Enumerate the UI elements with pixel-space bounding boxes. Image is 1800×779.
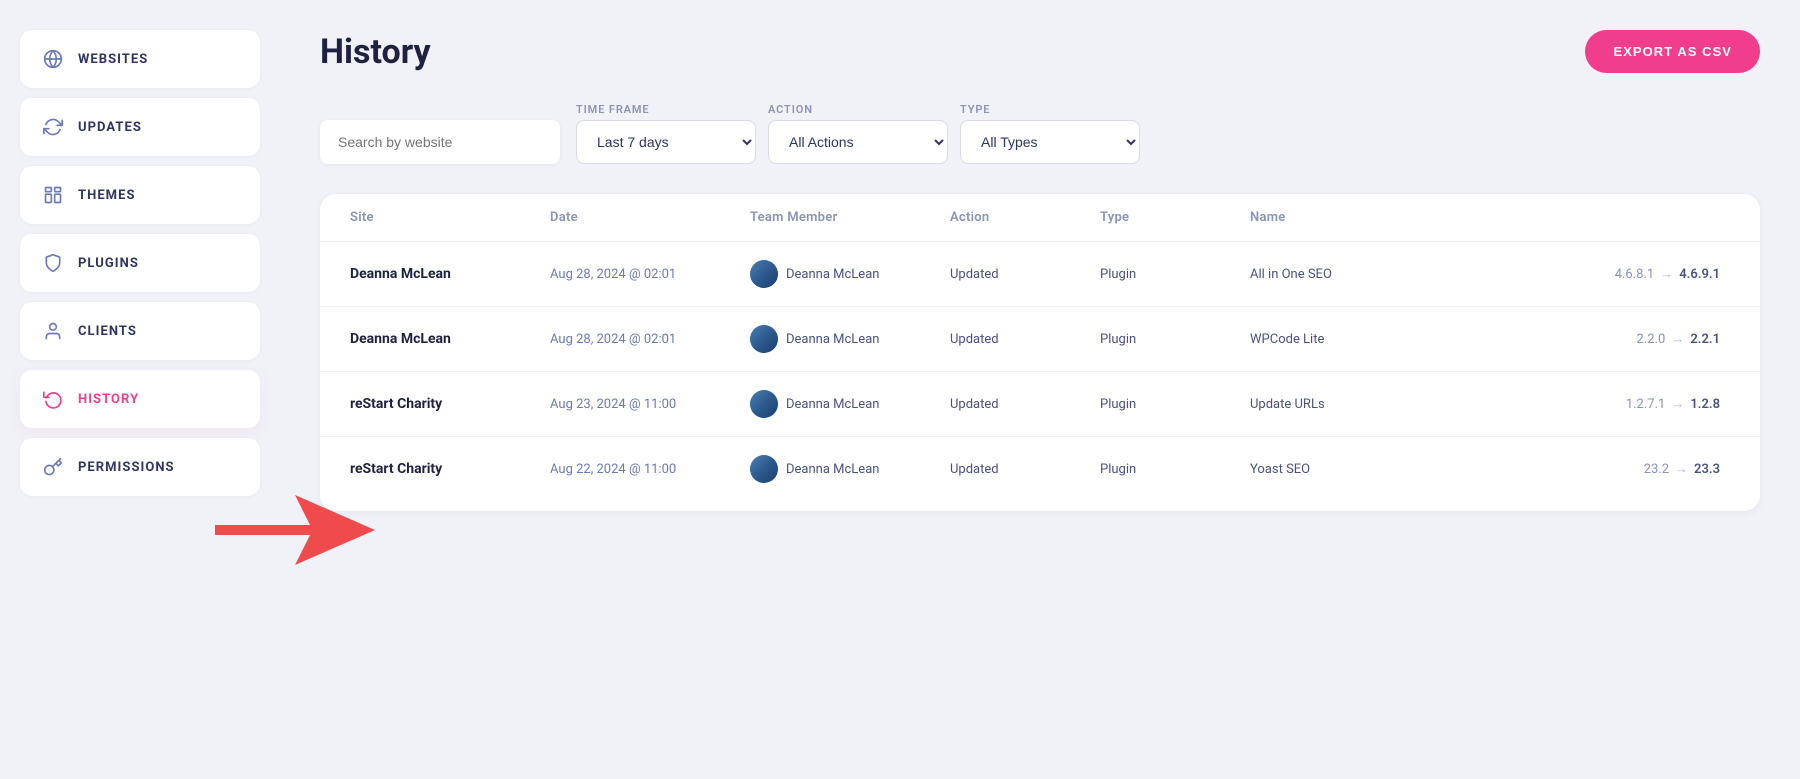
version-group-1: 2.2.0 → 2.2.1 xyxy=(1637,331,1730,347)
col-date: Date xyxy=(550,210,750,225)
sidebar-item-websites-label: WEBSITES xyxy=(78,52,148,67)
sidebar-item-updates-label: UPDATES xyxy=(78,120,142,135)
cell-type-1: Plugin xyxy=(1100,332,1250,347)
cell-site-0: Deanna McLean xyxy=(350,266,550,282)
type-filter-group: TYPE All Types Plugin Theme Core xyxy=(960,103,1140,164)
cell-member-0: Deanna McLean xyxy=(750,260,950,288)
timeframe-filter-group: TIME FRAME Last 7 days Last 30 days Last… xyxy=(576,103,756,164)
col-type: Type xyxy=(1100,210,1250,225)
page-title: History xyxy=(320,32,431,72)
sidebar-item-themes[interactable]: THEMES xyxy=(20,166,260,224)
table-row: reStart Charity Aug 23, 2024 @ 11:00 Dea… xyxy=(320,372,1760,437)
cell-date-3: Aug 22, 2024 @ 11:00 xyxy=(550,462,750,477)
sidebar-item-history[interactable]: HISTORY xyxy=(20,370,260,428)
action-select[interactable]: All Actions Updated Installed Deleted xyxy=(768,120,948,164)
table-row: Deanna McLean Aug 28, 2024 @ 02:01 Deann… xyxy=(320,307,1760,372)
cell-date-2: Aug 23, 2024 @ 11:00 xyxy=(550,397,750,412)
globe-icon xyxy=(42,48,64,70)
refresh-icon xyxy=(42,116,64,138)
cell-action-0: Updated xyxy=(950,267,1100,282)
cell-name-1: WPCode Lite 2.2.0 → 2.2.1 xyxy=(1250,331,1730,347)
grid-icon xyxy=(42,184,64,206)
sidebar-item-websites[interactable]: WEBSITES xyxy=(20,30,260,88)
search-input[interactable] xyxy=(320,120,560,164)
filters-selects: TIME FRAME Last 7 days Last 30 days Last… xyxy=(576,103,1140,164)
cell-site-1: Deanna McLean xyxy=(350,331,550,347)
cell-action-1: Updated xyxy=(950,332,1100,347)
avatar-1 xyxy=(750,325,778,353)
cell-member-3: Deanna McLean xyxy=(750,455,950,483)
table-row: reStart Charity Aug 22, 2024 @ 11:00 Dea… xyxy=(320,437,1760,501)
type-label: TYPE xyxy=(960,103,1140,116)
col-site: Site xyxy=(350,210,550,225)
sidebar-item-clients[interactable]: CLIENTS xyxy=(20,302,260,360)
sidebar-item-permissions-label: PERMISSIONS xyxy=(78,460,175,475)
cell-date-1: Aug 28, 2024 @ 02:01 xyxy=(550,332,750,347)
sidebar-item-plugins[interactable]: PLUGINS xyxy=(20,234,260,292)
table-header: Site Date Team Member Action Type Name xyxy=(320,194,1760,242)
cell-member-2: Deanna McLean xyxy=(750,390,950,418)
cell-site-2: reStart Charity xyxy=(350,396,550,412)
sidebar-item-updates[interactable]: UPDATES xyxy=(20,98,260,156)
avatar-0 xyxy=(750,260,778,288)
cell-site-3: reStart Charity xyxy=(350,461,550,477)
version-group-0: 4.6.8.1 → 4.6.9.1 xyxy=(1615,266,1730,282)
version-group-2: 1.2.7.1 → 1.2.8 xyxy=(1626,396,1730,412)
history-table: Site Date Team Member Action Type Name D… xyxy=(320,194,1760,511)
avatar-3 xyxy=(750,455,778,483)
cell-name-0: All in One SEO 4.6.8.1 → 4.6.9.1 xyxy=(1250,266,1730,282)
user-icon xyxy=(42,320,64,342)
cell-type-0: Plugin xyxy=(1100,267,1250,282)
main-content: History EXPORT AS CSV TIME FRAME Last 7 … xyxy=(280,0,1800,779)
timeframe-select[interactable]: Last 7 days Last 30 days Last 90 days Al… xyxy=(576,120,756,164)
cell-member-1: Deanna McLean xyxy=(750,325,950,353)
cell-action-3: Updated xyxy=(950,462,1100,477)
export-csv-button[interactable]: EXPORT AS CSV xyxy=(1585,30,1760,73)
history-icon xyxy=(42,388,64,410)
col-member: Team Member xyxy=(750,210,950,225)
action-filter-group: ACTION All Actions Updated Installed Del… xyxy=(768,103,948,164)
sidebar-item-history-label: HISTORY xyxy=(78,392,139,407)
cell-name-3: Yoast SEO 23.2 → 23.3 xyxy=(1250,461,1730,477)
cell-name-2: Update URLs 1.2.7.1 → 1.2.8 xyxy=(1250,396,1730,412)
sidebar-item-clients-label: CLIENTS xyxy=(78,324,137,339)
cell-type-2: Plugin xyxy=(1100,397,1250,412)
type-select[interactable]: All Types Plugin Theme Core xyxy=(960,120,1140,164)
col-name: Name xyxy=(1250,210,1730,225)
page-header: History EXPORT AS CSV xyxy=(320,30,1760,73)
sidebar-item-themes-label: THEMES xyxy=(78,188,136,203)
shield-icon xyxy=(42,252,64,274)
avatar-2 xyxy=(750,390,778,418)
key-icon xyxy=(42,456,64,478)
sidebar-item-plugins-label: PLUGINS xyxy=(78,256,139,271)
cell-date-0: Aug 28, 2024 @ 02:01 xyxy=(550,267,750,282)
col-action: Action xyxy=(950,210,1100,225)
sidebar: WEBSITES UPDATES THEMES PLUGINS xyxy=(0,0,280,779)
cell-type-3: Plugin xyxy=(1100,462,1250,477)
timeframe-label: TIME FRAME xyxy=(576,103,756,116)
version-group-3: 23.2 → 23.3 xyxy=(1644,461,1730,477)
sidebar-item-permissions[interactable]: PERMISSIONS xyxy=(20,438,260,496)
action-label: ACTION xyxy=(768,103,948,116)
cell-action-2: Updated xyxy=(950,397,1100,412)
filters-row: TIME FRAME Last 7 days Last 30 days Last… xyxy=(320,103,1760,164)
table-row: Deanna McLean Aug 28, 2024 @ 02:01 Deann… xyxy=(320,242,1760,307)
